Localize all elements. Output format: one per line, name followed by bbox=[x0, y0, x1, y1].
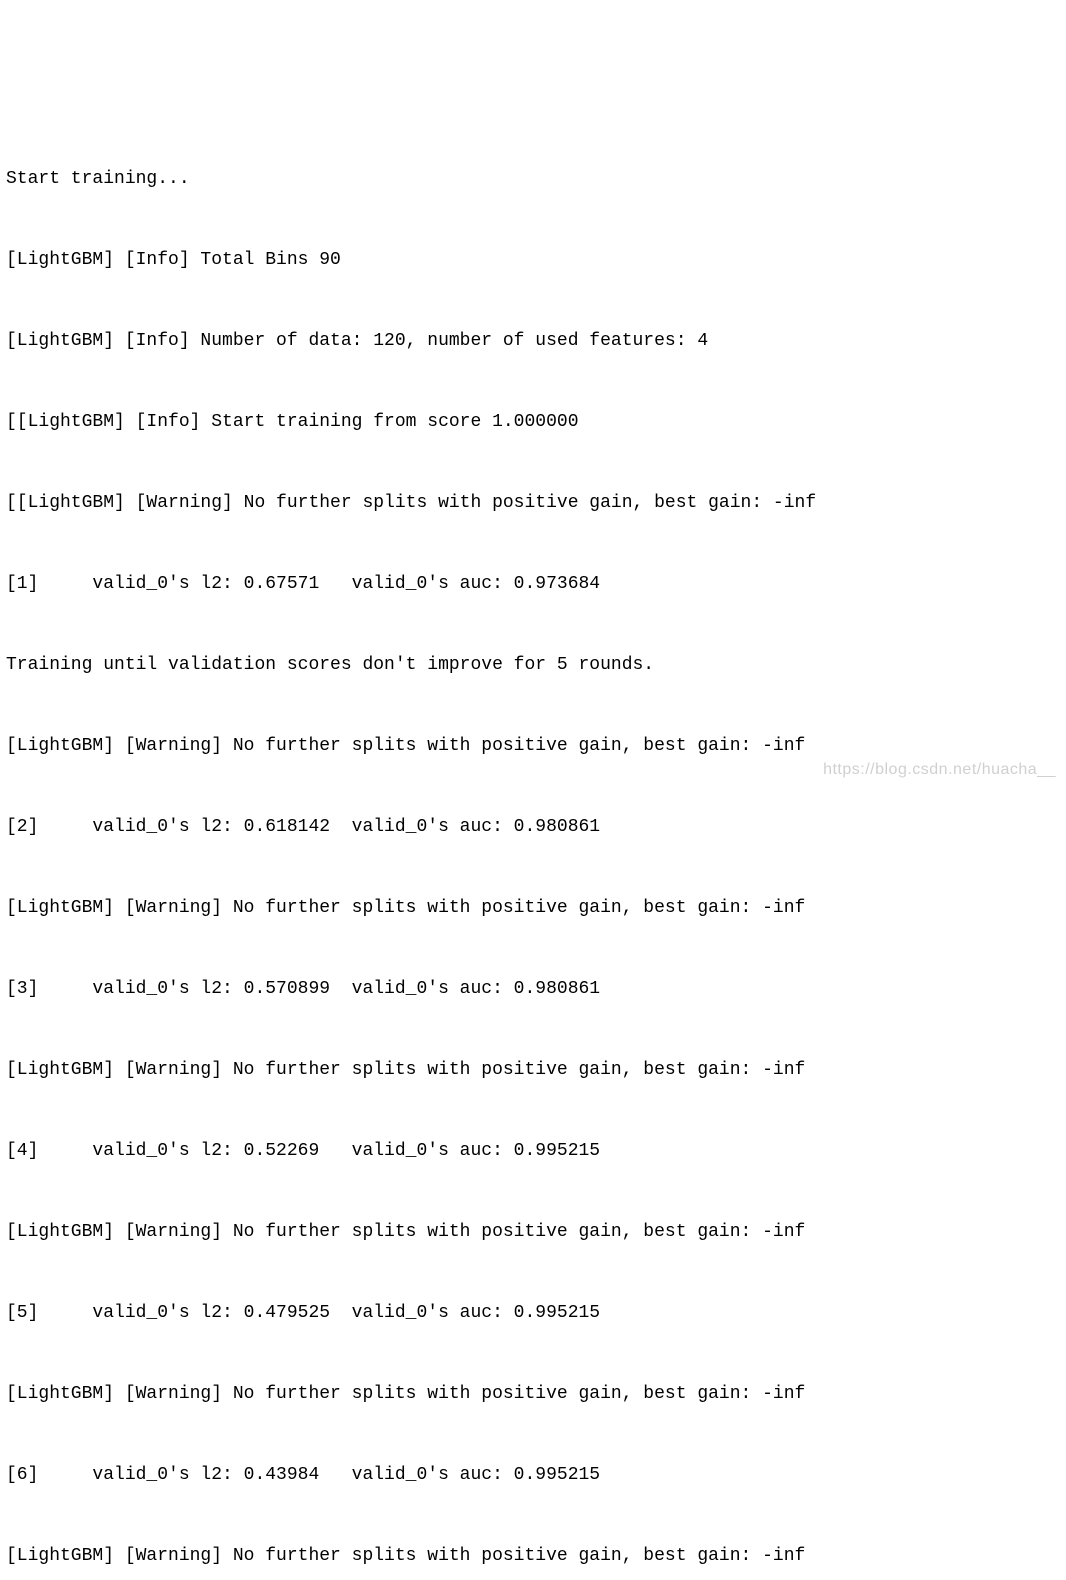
log-line: [1] valid_0's l2: 0.67571 valid_0's auc:… bbox=[6, 571, 1060, 598]
terminal-output: Start training... [LightGBM] [Info] Tota… bbox=[0, 108, 1066, 1580]
log-line: [LightGBM] [Warning] No further splits w… bbox=[6, 895, 1060, 922]
log-line: [[LightGBM] [Info] Start training from s… bbox=[6, 409, 1060, 436]
log-line: [LightGBM] [Info] Total Bins 90 bbox=[6, 247, 1060, 274]
log-line: [LightGBM] [Info] Number of data: 120, n… bbox=[6, 328, 1060, 355]
log-line: [4] valid_0's l2: 0.52269 valid_0's auc:… bbox=[6, 1138, 1060, 1165]
log-line: [[LightGBM] [Warning] No further splits … bbox=[6, 490, 1060, 517]
log-line: Start training... bbox=[6, 166, 1060, 193]
log-line: [3] valid_0's l2: 0.570899 valid_0's auc… bbox=[6, 976, 1060, 1003]
log-line: [LightGBM] [Warning] No further splits w… bbox=[6, 1219, 1060, 1246]
log-line: [LightGBM] [Warning] No further splits w… bbox=[6, 1381, 1060, 1408]
log-line: [LightGBM] [Warning] No further splits w… bbox=[6, 1057, 1060, 1084]
log-line: [6] valid_0's l2: 0.43984 valid_0's auc:… bbox=[6, 1462, 1060, 1489]
watermark-text: https://blog.csdn.net/huacha__ bbox=[823, 758, 1056, 782]
log-line: [LightGBM] [Warning] No further splits w… bbox=[6, 733, 1060, 760]
log-line: [5] valid_0's l2: 0.479525 valid_0's auc… bbox=[6, 1300, 1060, 1327]
log-line: [LightGBM] [Warning] No further splits w… bbox=[6, 1543, 1060, 1570]
log-line: [2] valid_0's l2: 0.618142 valid_0's auc… bbox=[6, 814, 1060, 841]
log-line: Training until validation scores don't i… bbox=[6, 652, 1060, 679]
